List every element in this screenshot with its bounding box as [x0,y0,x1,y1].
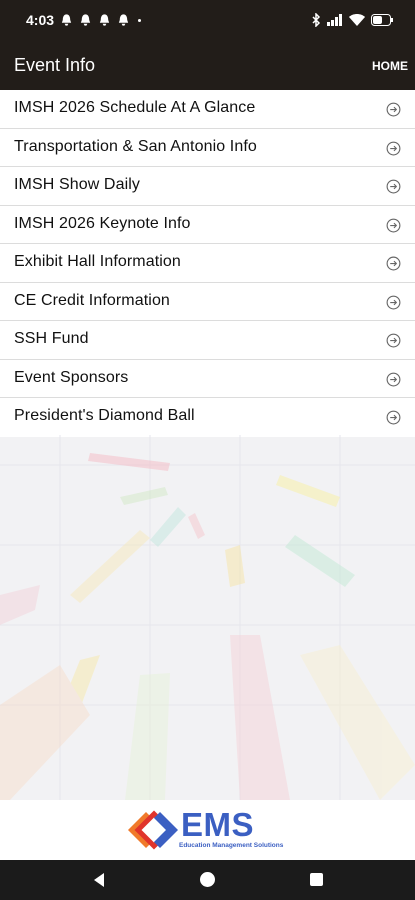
menu-item-show-daily[interactable]: IMSH Show Daily [0,167,415,206]
menu-item-transportation[interactable]: Transportation & San Antonio Info [0,129,415,167]
menu-item-schedule[interactable]: IMSH 2026 Schedule At A Glance [0,90,415,129]
menu-item-label: Exhibit Hall Information [14,253,181,270]
arrow-circle-right-icon [386,218,401,232]
arrow-circle-right-icon [386,295,401,309]
home-button[interactable]: HOME [372,59,408,73]
app-bar: Event Info HOME [0,42,415,90]
arrow-circle-right-icon [386,141,401,155]
system-icons [311,13,393,27]
menu-item-label: IMSH 2026 Keynote Info [14,214,191,232]
ems-logo: EMS Education Management Solutions [124,807,294,853]
menu-item-label: CE Credit Information [14,291,170,309]
notification-icons [60,13,130,27]
menu-list: IMSH 2026 Schedule At A Glance Transport… [0,90,415,437]
menu-item-event-sponsors[interactable]: Event Sponsors [0,360,415,398]
menu-item-label: IMSH Show Daily [14,176,140,193]
menu-item-label: President's Diamond Ball [14,407,195,424]
notification-icon [99,14,110,26]
home-nav-icon[interactable] [200,872,215,887]
menu-item-label: Transportation & San Antonio Info [14,137,257,155]
notification-icon [118,14,129,26]
notification-icon [61,14,72,26]
ems-logo-mark-icon [128,810,178,850]
wifi-icon [349,14,365,26]
status-time: 4:03 [26,12,55,28]
background-graphic [0,435,415,800]
menu-item-label: IMSH 2026 Schedule At A Glance [14,99,256,116]
arrow-circle-right-icon [386,410,401,425]
arrow-circle-right-icon [386,372,401,386]
back-icon[interactable] [92,872,106,888]
status-bar: 4:03 [0,0,415,42]
recent-apps-icon[interactable] [310,873,323,886]
footer: EMS Education Management Solutions [0,800,415,860]
logo-subtitle: Education Management Solutions [179,842,284,849]
page-title: Event Info [14,55,96,75]
arrow-circle-right-icon [386,256,401,271]
system-nav-bar [0,860,415,900]
arrow-circle-right-icon [386,333,401,348]
battery-icon [371,14,393,26]
arrow-circle-right-icon [386,179,401,194]
more-notifications-dot [138,19,141,22]
bluetooth-icon [312,13,321,27]
logo-text: EMS [181,806,255,843]
arrow-circle-right-icon [386,102,401,117]
menu-item-label: Event Sponsors [14,368,129,386]
menu-item-ce-credit[interactable]: CE Credit Information [0,283,415,321]
menu-item-keynote[interactable]: IMSH 2026 Keynote Info [0,206,415,244]
notification-icon [80,14,91,26]
menu-item-ssh-fund[interactable]: SSH Fund [0,321,415,360]
menu-item-diamond-ball[interactable]: President's Diamond Ball [0,398,415,437]
signal-icon [327,14,342,26]
menu-item-label: SSH Fund [14,330,89,347]
menu-item-exhibit-hall[interactable]: Exhibit Hall Information [0,244,415,283]
